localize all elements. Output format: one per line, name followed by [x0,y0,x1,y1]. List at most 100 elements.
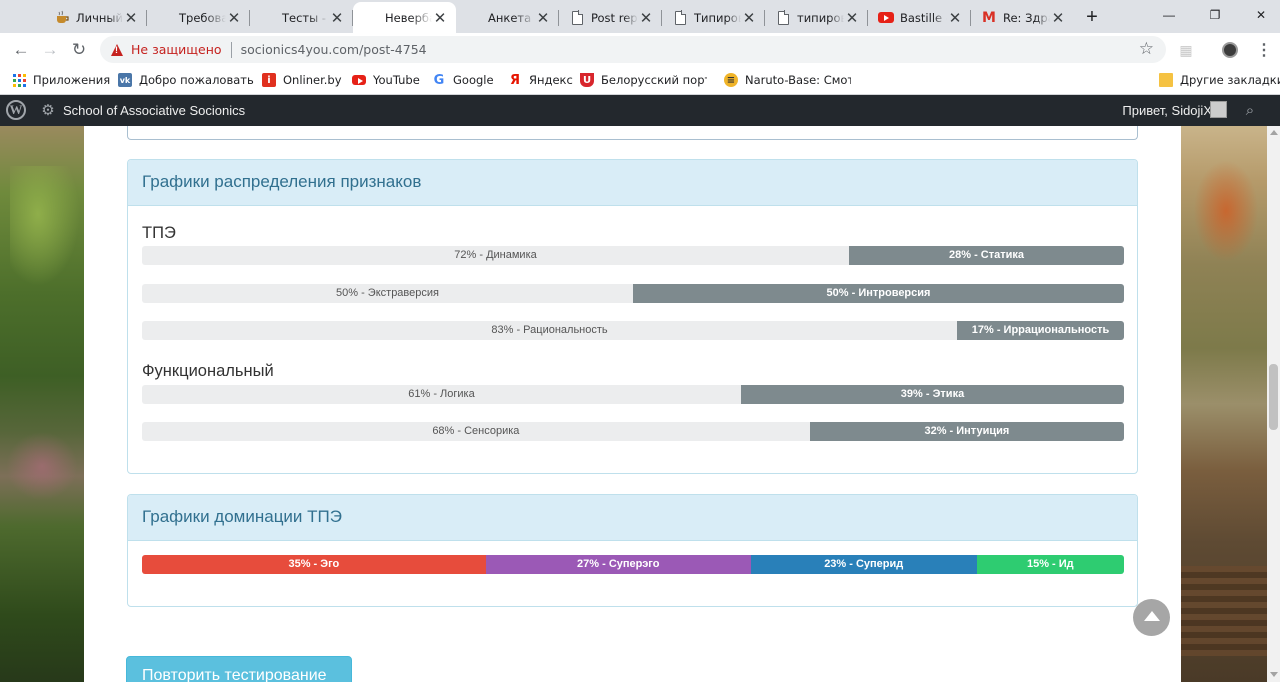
tab[interactable]: Типиров ✕ [662,2,765,33]
tab[interactable]: M Re: Здра ✕ [971,2,1074,33]
bookmark-apps[interactable]: Приложения [12,71,110,89]
close-tab-icon[interactable]: ✕ [226,10,242,27]
distribution-panel: Графики распределения признаков ТПЭ 72% … [127,159,1138,474]
bar-segment-right: 39% - Этика [741,385,1124,404]
bookmark-youtube[interactable]: YouTube [352,71,420,89]
tab[interactable]: типиров ✕ [765,2,868,33]
address-bar[interactable]: Не защищено socionics4you.com/post-4754 … [100,36,1166,63]
scroll-to-top-button[interactable] [1133,599,1170,636]
bar-segment-ego: 35% - Эго [142,555,486,574]
close-tab-icon[interactable]: ✕ [432,10,448,27]
tab-active[interactable]: Невербал ✕ [353,2,456,33]
menu-kebab-icon[interactable]: ⋮ [1253,39,1275,61]
warning-icon [111,43,123,56]
tab[interactable]: Требова ✕ [147,2,250,33]
scroll-down-arrow-icon[interactable] [1270,672,1278,677]
document-icon [672,10,688,26]
tut-by-icon: U [580,73,594,87]
bookmark-tut-by[interactable]: U Белорусский портал [580,71,707,89]
user-greeting[interactable]: Привет, SidojiX [1122,103,1212,118]
user-avatar[interactable] [1210,101,1227,118]
close-tab-icon[interactable]: ✕ [947,10,963,27]
tab[interactable]: Личный ✕ [44,2,147,33]
tab-strip: Личный ✕ Требова ✕ Тесты - ✕ Невербал ✕ … [0,0,1280,33]
forward-icon[interactable]: → [37,37,63,63]
maximize-button[interactable]: ❐ [1200,4,1230,26]
chevron-up-icon [1143,611,1160,621]
bookmark-yandex[interactable]: Я Яндекс [508,71,573,89]
extension-icon[interactable]: ▦ [1175,39,1197,61]
close-tab-icon[interactable]: ✕ [638,10,654,27]
back-icon[interactable]: ← [8,37,34,63]
close-tab-icon[interactable]: ✕ [535,10,551,27]
retest-button[interactable]: Повторить тестирование [126,656,352,682]
bar-segment-right: 17% - Иррациональность [957,321,1124,340]
google-icon: G [433,72,445,88]
group-title: ТПЭ [142,224,176,242]
tab-title: Bastille - [900,10,947,25]
minimize-button[interactable]: — [1154,4,1184,26]
bar-segment-right: 28% - Статика [849,246,1124,265]
security-label[interactable]: Не защищено [131,42,222,57]
bar-segment-left: 50% - Экстраверсия [142,284,633,303]
onliner-icon: i [262,73,276,87]
panel-title: Графики доминации ТПЭ [128,495,1137,541]
trait-bar: 50% - Экстраверсия 50% - Интроверсия [142,284,1124,303]
wordpress-logo-icon[interactable]: W [6,100,26,120]
close-window-button[interactable]: ✕ [1246,4,1276,26]
url-text[interactable]: socionics4you.com/post-4754 [241,42,427,57]
scrollbar-thumb[interactable] [1269,364,1278,430]
bookmark-vk[interactable]: vk Добро пожаловать [118,71,254,89]
bar-segment-left: 61% - Логика [142,385,742,404]
tab-title: Невербал [385,10,432,25]
bookmark-label: Яндекс [529,73,573,87]
bar-segment-left: 83% - Рациональность [142,321,958,340]
bookmark-label: Naruto-Base: Смотри [745,73,851,87]
bookmark-google[interactable]: G Google [432,71,494,89]
other-bookmarks-label: Другие закладки [1180,73,1280,87]
bar-segment-right: 50% - Интроверсия [633,284,1124,303]
browser-toolbar: ← → ↻ Не защищено socionics4you.com/post… [0,33,1280,66]
yandex-icon: Я [509,72,520,88]
bookmark-label: Приложения [33,73,111,87]
bookmark-onliner[interactable]: i Onliner.by [262,71,342,89]
bookmark-naruto[interactable]: ≡ Naruto-Base: Смотри [724,71,851,89]
bookmark-label: YouTube [373,73,420,87]
tab-title: Типиров [694,10,741,25]
search-icon[interactable]: ⌕ [1240,100,1260,120]
trait-bar: 68% - Сенсорика 32% - Интуиция [142,422,1124,441]
trait-bar: 72% - Динамика 28% - Статика [142,246,1124,265]
profile-avatar-icon[interactable] [1219,39,1241,61]
bar-segment-superego: 27% - Суперэго [485,555,751,574]
close-tab-icon[interactable]: ✕ [1050,10,1066,27]
gmail-icon: M [982,9,996,26]
close-tab-icon[interactable]: ✕ [123,10,139,27]
bar-segment-id: 15% - Ид [976,555,1124,574]
dashboard-icon[interactable]: ⚙ [39,101,57,119]
tab[interactable]: Bastille - ✕ [868,2,971,33]
close-tab-icon[interactable]: ✕ [844,10,860,27]
tab-title: Re: Здра [1003,10,1050,25]
dominance-bar: 35% - Эго 27% - Суперэго 23% - Суперид 1… [142,555,1124,574]
bar-segment-right: 32% - Интуиция [809,422,1124,441]
close-tab-icon[interactable]: ✕ [329,10,345,27]
trait-bar: 61% - Логика 39% - Этика [142,385,1124,404]
other-bookmarks[interactable]: Другие закладки [1159,71,1280,89]
background-scenery-right [1181,126,1267,682]
tab[interactable]: Post repl ✕ [559,2,662,33]
apps-grid-icon [12,73,26,87]
site-name-link[interactable]: School of Associative Socionics [63,103,245,118]
close-tab-icon[interactable]: ✕ [741,10,757,27]
bookmark-star-icon[interactable]: ☆ [1139,39,1154,59]
tab-title: Анкета - [488,10,535,25]
panel-title: Графики распределения признаков [128,160,1137,206]
tab[interactable]: Тесты - ✕ [250,2,353,33]
reload-icon[interactable]: ↻ [66,37,92,63]
scroll-up-arrow-icon[interactable] [1270,130,1278,135]
bar-segment-superid: 23% - Суперид [750,555,977,574]
tab[interactable]: Анкета - ✕ [456,2,559,33]
trait-bar: 83% - Рациональность 17% - Иррационально… [142,321,1124,340]
new-tab-button[interactable]: + [1079,5,1105,29]
bookmarks-bar: Приложения vk Добро пожаловать i Onliner… [0,66,1280,95]
bookmark-label: Onliner.by [283,73,342,87]
